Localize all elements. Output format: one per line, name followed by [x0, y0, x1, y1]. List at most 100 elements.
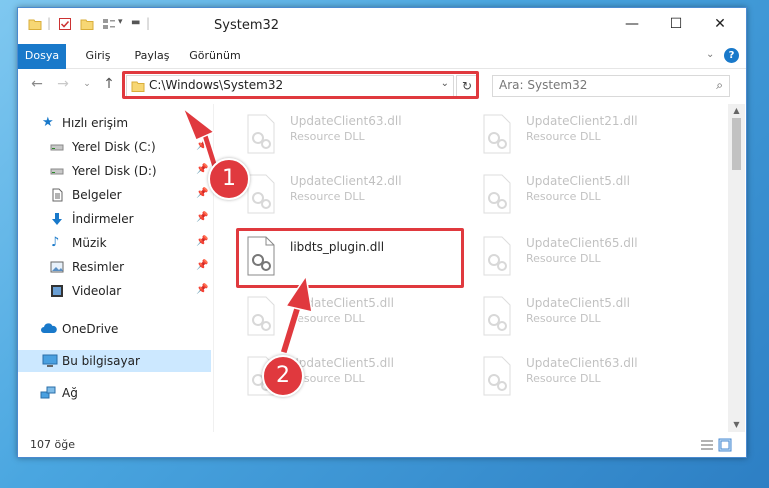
video-icon: [51, 285, 63, 297]
folder-icon: [28, 19, 42, 30]
search-input[interactable]: Ara: System32 ⌕: [492, 75, 730, 97]
sidebar-item-downloads[interactable]: İndirmeler 📌: [18, 208, 211, 230]
explorer-window: | ▾ ▬ | System32 — ☐ ✕ Dosya Giriş Payla…: [17, 7, 747, 458]
pin-icon: 📌: [196, 140, 209, 151]
recent-locations-icon[interactable]: ⌄: [78, 75, 96, 93]
sidebar-item-drive-d[interactable]: Yerel Disk (D:) 📌: [18, 160, 211, 182]
sidebar-item-label: Müzik: [72, 236, 107, 250]
file-name: UpdateClient21.dll: [526, 114, 638, 128]
details-view-icon[interactable]: [700, 438, 714, 452]
customize-toolbar-icon[interactable]: ▬: [131, 17, 140, 28]
step-marker-2: 2: [262, 355, 304, 397]
window-title: System32: [214, 18, 280, 33]
sidebar-item-label: Belgeler: [72, 188, 122, 202]
vertical-scrollbar[interactable]: ▲ ▼: [728, 104, 745, 432]
star-icon: ★: [42, 115, 54, 130]
large-icons-view-icon[interactable]: [718, 438, 732, 452]
sidebar-item-label: Resimler: [72, 260, 125, 274]
scroll-down-icon[interactable]: ▼: [728, 418, 745, 432]
sidebar-item-label: İndirmeler: [72, 212, 134, 226]
pin-icon: 📌: [196, 236, 209, 247]
file-item[interactable]: UpdateClient63.dll Resource DLL: [474, 350, 704, 406]
navigation-pane: ★ Hızlı erişim Yerel Disk (C:) 📌 Yerel D…: [18, 104, 213, 432]
tab-home[interactable]: Giriş: [78, 44, 118, 68]
dll-file-icon: [247, 114, 275, 154]
download-icon: [52, 213, 62, 225]
address-highlight-box: [122, 71, 479, 99]
network-icon: [40, 386, 56, 399]
separator: |: [47, 16, 52, 30]
properties-icon[interactable]: [58, 17, 72, 31]
separator: |: [146, 16, 151, 30]
scroll-thumb[interactable]: [732, 118, 741, 170]
sidebar-item-label: Ağ: [62, 386, 78, 400]
dll-file-icon: [483, 296, 511, 336]
dll-file-icon: [247, 296, 275, 336]
document-icon: [52, 188, 63, 202]
sidebar-item-documents[interactable]: Belgeler 📌: [18, 184, 211, 206]
sidebar-item-this-pc[interactable]: Bu bilgisayar: [18, 350, 211, 372]
sidebar-item-label: OneDrive: [62, 322, 119, 336]
sidebar-item-network[interactable]: Ağ: [18, 382, 211, 404]
file-item[interactable]: UpdateClient5.dll Resource DLL: [474, 168, 704, 224]
sidebar-item-label: Hızlı erişim: [62, 116, 129, 130]
search-placeholder: Ara: System32: [499, 78, 588, 92]
file-type: Resource DLL: [526, 372, 601, 385]
sidebar-item-drive-c[interactable]: Yerel Disk (C:) 📌: [18, 136, 211, 158]
drive-icon: [50, 168, 64, 175]
sidebar-item-quick-access[interactable]: ★ Hızlı erişim: [18, 112, 211, 134]
file-name: UpdateClient63.dll: [290, 114, 402, 128]
new-folder-icon[interactable]: [80, 17, 94, 31]
pin-icon: 📌: [196, 188, 209, 199]
file-type: Resource DLL: [526, 252, 601, 265]
sidebar-item-videos[interactable]: Videolar 📌: [18, 280, 211, 302]
file-item[interactable]: UpdateClient5.dll Resource DLL: [238, 290, 468, 346]
file-name: UpdateClient63.dll: [526, 356, 638, 370]
computer-icon: [42, 354, 58, 367]
file-item[interactable]: UpdateClient5.dll Resource DLL: [474, 290, 704, 346]
forward-arrow-icon[interactable]: →: [54, 75, 72, 93]
up-arrow-icon[interactable]: ↑: [100, 75, 118, 93]
tab-view[interactable]: Görünüm: [184, 44, 246, 68]
sidebar-item-pictures[interactable]: Resimler 📌: [18, 256, 211, 278]
navigation-bar: ← → ⌄ ↑ C:\Windows\System32 ⌄ ↻ Ara: Sys…: [18, 69, 746, 101]
scroll-up-icon[interactable]: ▲: [728, 104, 745, 118]
item-count: 107 öğe: [30, 438, 75, 451]
file-highlight-box: [236, 228, 464, 288]
file-item[interactable]: UpdateClient42.dll Resource DLL: [238, 168, 468, 224]
title-bar: | ▾ ▬ | System32 — ☐ ✕: [18, 8, 746, 44]
file-name: UpdateClient5.dll: [290, 356, 394, 370]
music-icon: ♪: [51, 235, 60, 250]
sidebar-item-label: Yerel Disk (C:): [72, 140, 156, 154]
file-item[interactable]: UpdateClient21.dll Resource DLL: [474, 108, 704, 164]
maximize-button[interactable]: ☐: [654, 8, 698, 40]
sidebar-item-music[interactable]: ♪ Müzik 📌: [18, 232, 211, 254]
file-name: UpdateClient42.dll: [290, 174, 402, 188]
file-name: UpdateClient65.dll: [526, 236, 638, 250]
dll-file-icon: [483, 174, 511, 214]
pin-icon: 📌: [196, 164, 209, 175]
view-icon[interactable]: [102, 17, 116, 31]
expand-ribbon-icon[interactable]: ⌄: [706, 49, 714, 60]
sidebar-item-onedrive[interactable]: OneDrive: [18, 318, 211, 340]
ribbon: Dosya Giriş Paylaş Görünüm ⌄ ?: [18, 44, 746, 100]
sidebar-item-label: Yerel Disk (D:): [72, 164, 157, 178]
status-bar: 107 öğe: [18, 433, 746, 457]
help-icon[interactable]: ?: [724, 48, 739, 63]
tab-share[interactable]: Paylaş: [128, 44, 176, 68]
pin-icon: 📌: [196, 212, 209, 223]
dropdown-icon[interactable]: ▾: [118, 17, 123, 27]
file-item[interactable]: UpdateClient65.dll Resource DLL: [474, 230, 704, 286]
file-item[interactable]: UpdateClient63.dll Resource DLL: [238, 108, 468, 164]
close-button[interactable]: ✕: [698, 8, 742, 40]
minimize-button[interactable]: —: [610, 8, 654, 40]
file-name: UpdateClient5.dll: [290, 296, 394, 310]
file-name: UpdateClient5.dll: [526, 174, 630, 188]
back-arrow-icon[interactable]: ←: [28, 75, 46, 93]
drive-icon: [50, 144, 64, 151]
pin-icon: 📌: [196, 260, 209, 271]
sidebar-item-label: Bu bilgisayar: [62, 354, 140, 368]
step-marker-1: 1: [208, 158, 250, 200]
file-type: Resource DLL: [290, 130, 365, 143]
file-type: Resource DLL: [290, 312, 365, 325]
